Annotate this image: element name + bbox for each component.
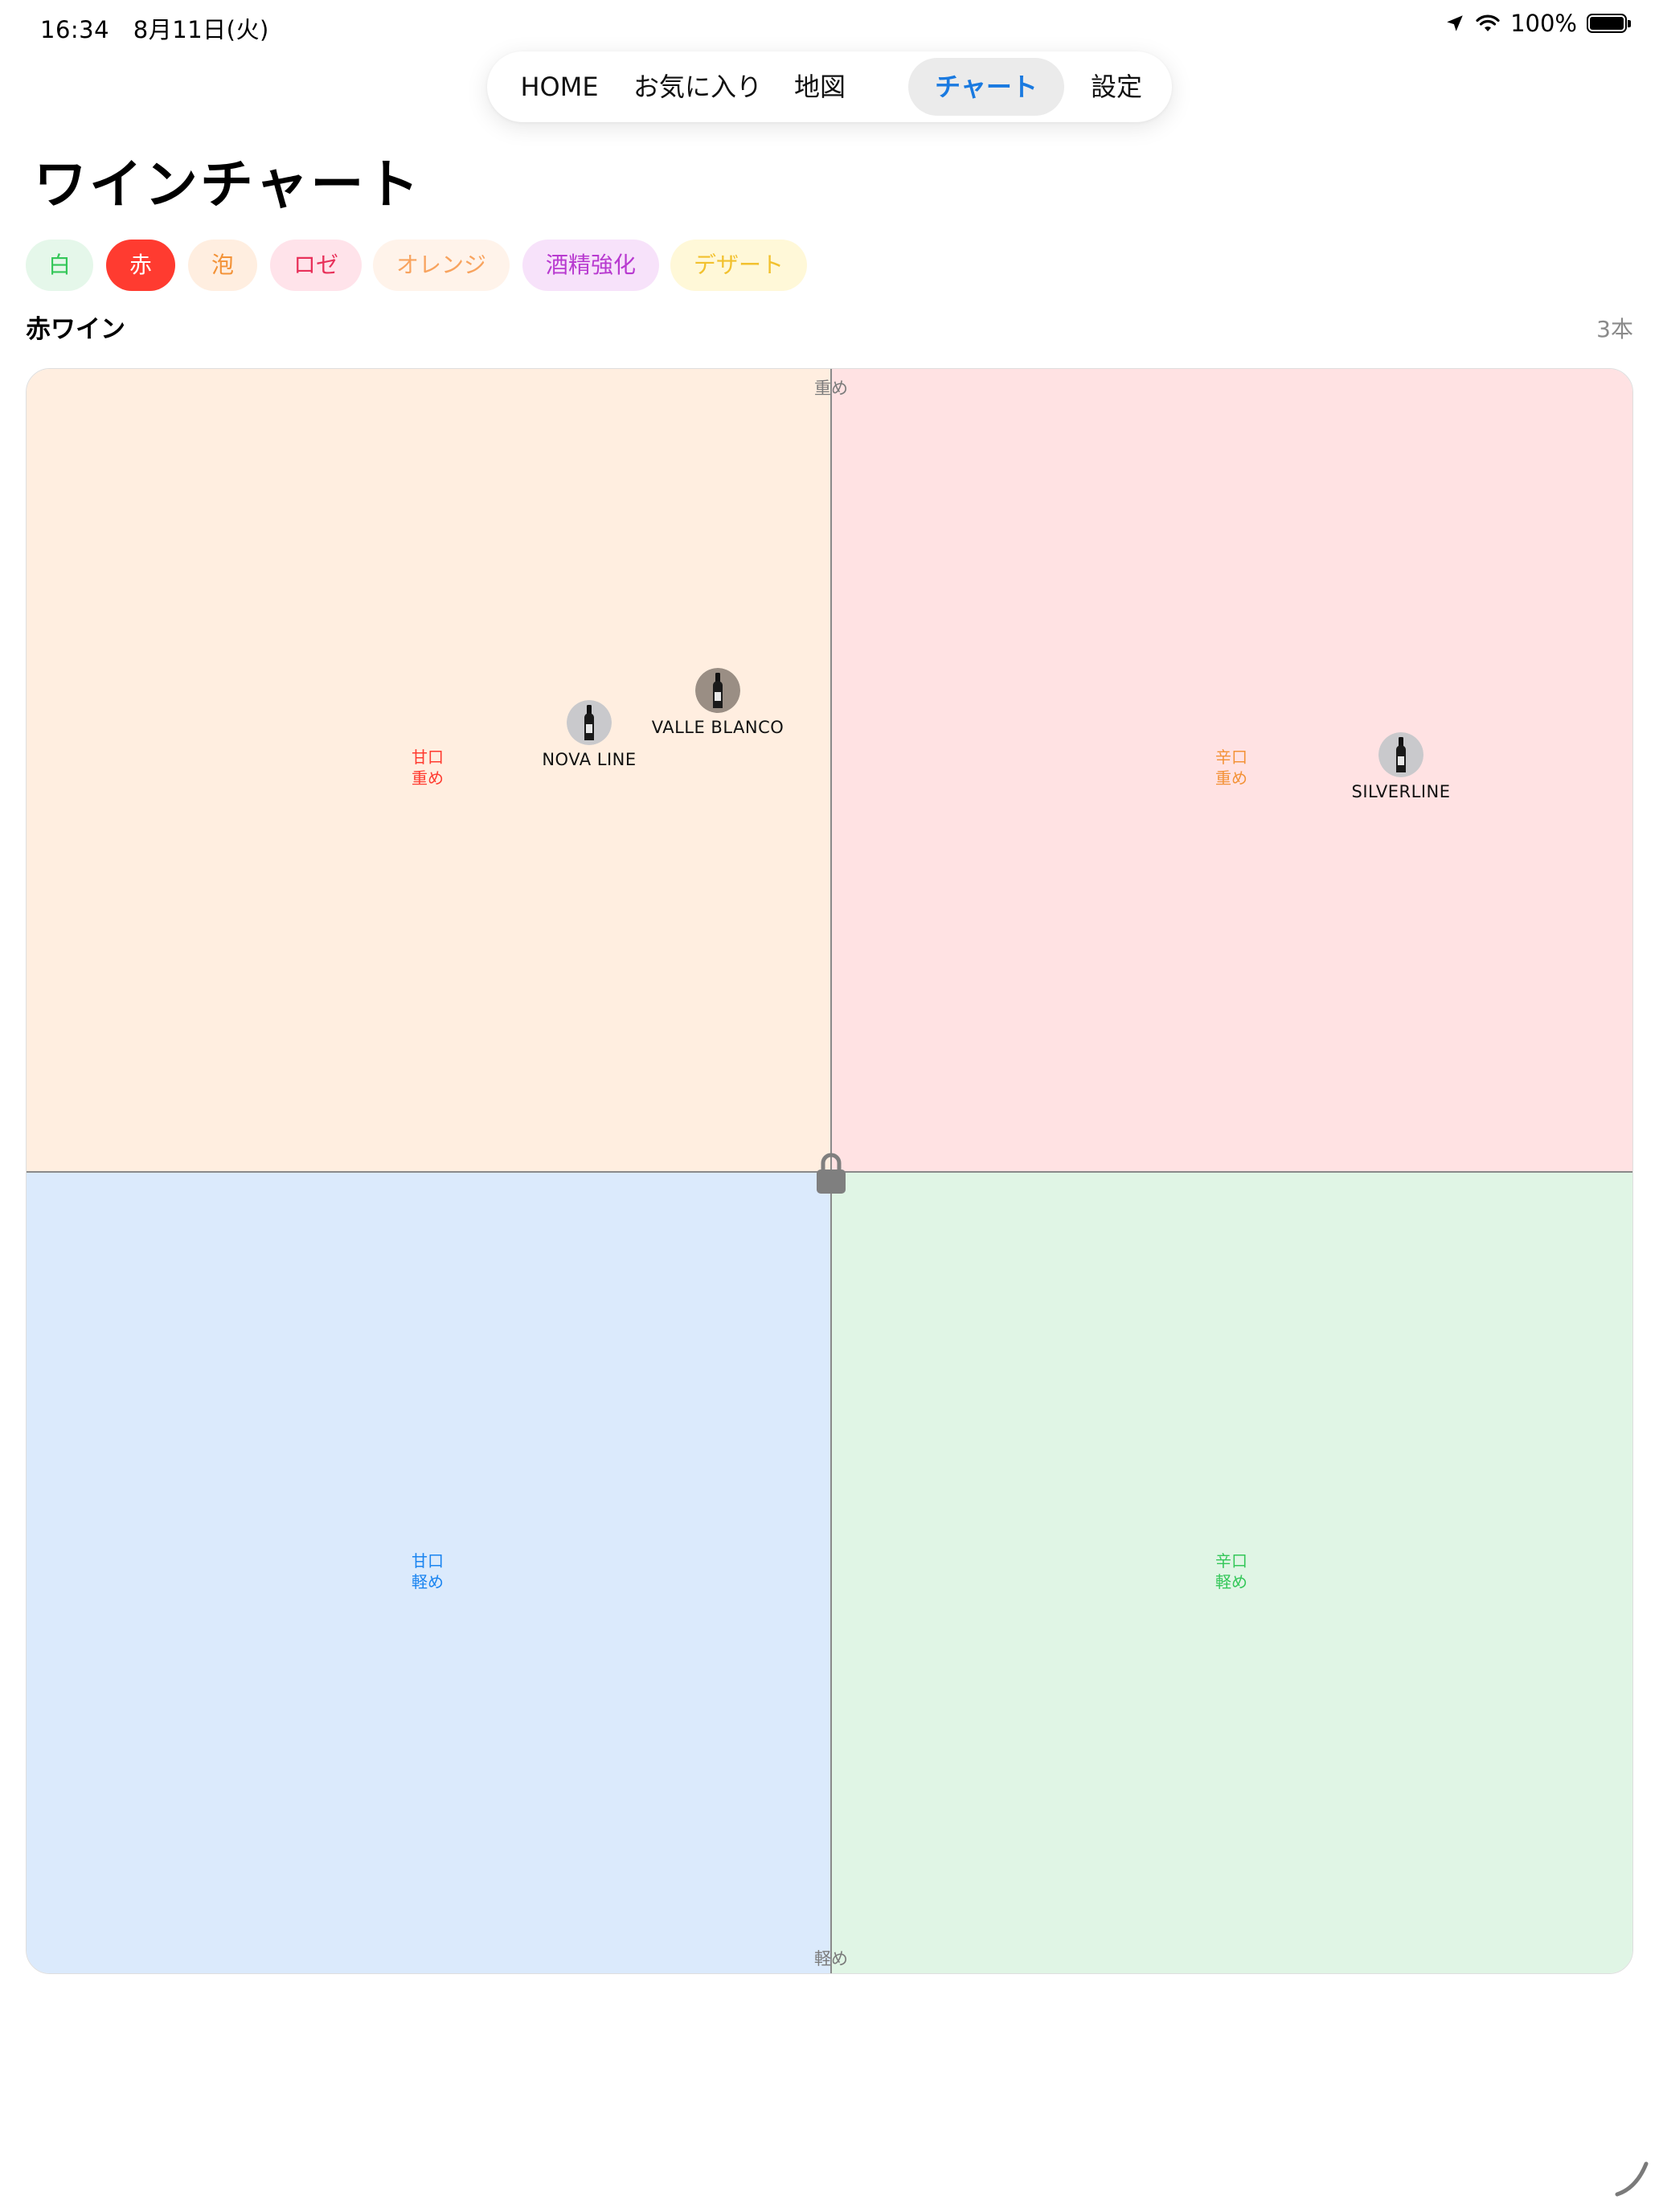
section-title: 赤ワイン — [26, 315, 125, 344]
wine-marker[interactable]: SILVERLINE — [1305, 731, 1497, 801]
quadrant-label-line2: 重め — [1215, 768, 1247, 788]
quadrant-label-dry-light: 辛口 軽め — [1183, 1550, 1280, 1592]
filter-chip-rose[interactable]: ロゼ — [270, 240, 362, 291]
axis-label-bottom: 軽め — [814, 1949, 848, 1968]
quadrant-label-line2: 軽め — [1215, 1572, 1247, 1591]
filter-chip-white[interactable]: 白 — [26, 240, 93, 291]
battery-percent: 100% — [1510, 10, 1577, 37]
quadrant-label-sweet-light: 甘口 軽め — [379, 1550, 476, 1592]
quadrant-label-line2: 軽め — [412, 1572, 444, 1591]
top-tab-bar: HOME お気に入り 地図 チャート 設定 — [487, 51, 1172, 122]
wine-bottle-icon — [1378, 731, 1423, 777]
tab-home[interactable]: HOME — [503, 58, 616, 116]
filter-chip-sparkling[interactable]: 泡 — [188, 240, 257, 291]
quadrant-label-sweet-full: 甘口 重め — [379, 747, 476, 789]
wine-marker[interactable]: VALLE BLANCO — [621, 667, 814, 737]
wifi-icon — [1476, 14, 1500, 31]
wine-chart[interactable]: 重め 軽め 甘口 重め 辛口 重め 甘口 軽め 辛口 軽め NOVA LINE V… — [26, 368, 1633, 1974]
filter-chip-red[interactable]: 赤 — [106, 240, 175, 291]
tab-chart[interactable]: チャート — [908, 58, 1064, 116]
tab-settings[interactable]: 設定 — [1072, 58, 1161, 116]
filter-chip-fortified[interactable]: 酒精強化 — [522, 240, 659, 291]
status-date: 8月11日(火) — [133, 16, 269, 43]
filter-chip-dessert[interactable]: デザート — [670, 240, 807, 291]
location-arrow-icon — [1447, 15, 1463, 31]
quadrant-label-line1: 辛口 — [1215, 1551, 1247, 1571]
quadrant-label-dry-full: 辛口 重め — [1183, 747, 1280, 789]
quadrant-label-line2: 重め — [412, 768, 444, 788]
wine-bottle-icon — [567, 699, 612, 745]
status-bar: 16:34 8月11日(火) 100% — [0, 0, 1659, 51]
quadrant-label-line1: 甘口 — [412, 748, 444, 767]
lock-icon[interactable] — [815, 1150, 847, 1195]
axis-label-top: 重め — [814, 379, 848, 398]
tab-map[interactable]: 地図 — [780, 58, 860, 116]
wine-name-label: SILVERLINE — [1351, 781, 1451, 801]
filter-chip-orange[interactable]: オレンジ — [373, 240, 510, 291]
status-time: 16:34 — [40, 16, 110, 43]
tab-favorites[interactable]: お気に入り — [627, 58, 768, 116]
wine-bottle-icon — [695, 667, 740, 713]
status-time-date: 16:34 8月11日(火) — [40, 11, 285, 45]
wine-name-label: NOVA LINE — [542, 749, 637, 769]
quadrant-label-line1: 辛口 — [1215, 748, 1247, 767]
battery-fill — [1590, 17, 1624, 30]
battery-icon — [1587, 14, 1631, 33]
wine-count: 3本 — [1596, 316, 1633, 342]
page-title: ワインチャート — [34, 154, 422, 215]
quadrant-label-line1: 甘口 — [412, 1551, 444, 1571]
scroll-indicator-icon — [1615, 2161, 1649, 2197]
status-indicators: 100% — [1444, 10, 1631, 37]
wine-name-label: VALLE BLANCO — [651, 717, 784, 737]
